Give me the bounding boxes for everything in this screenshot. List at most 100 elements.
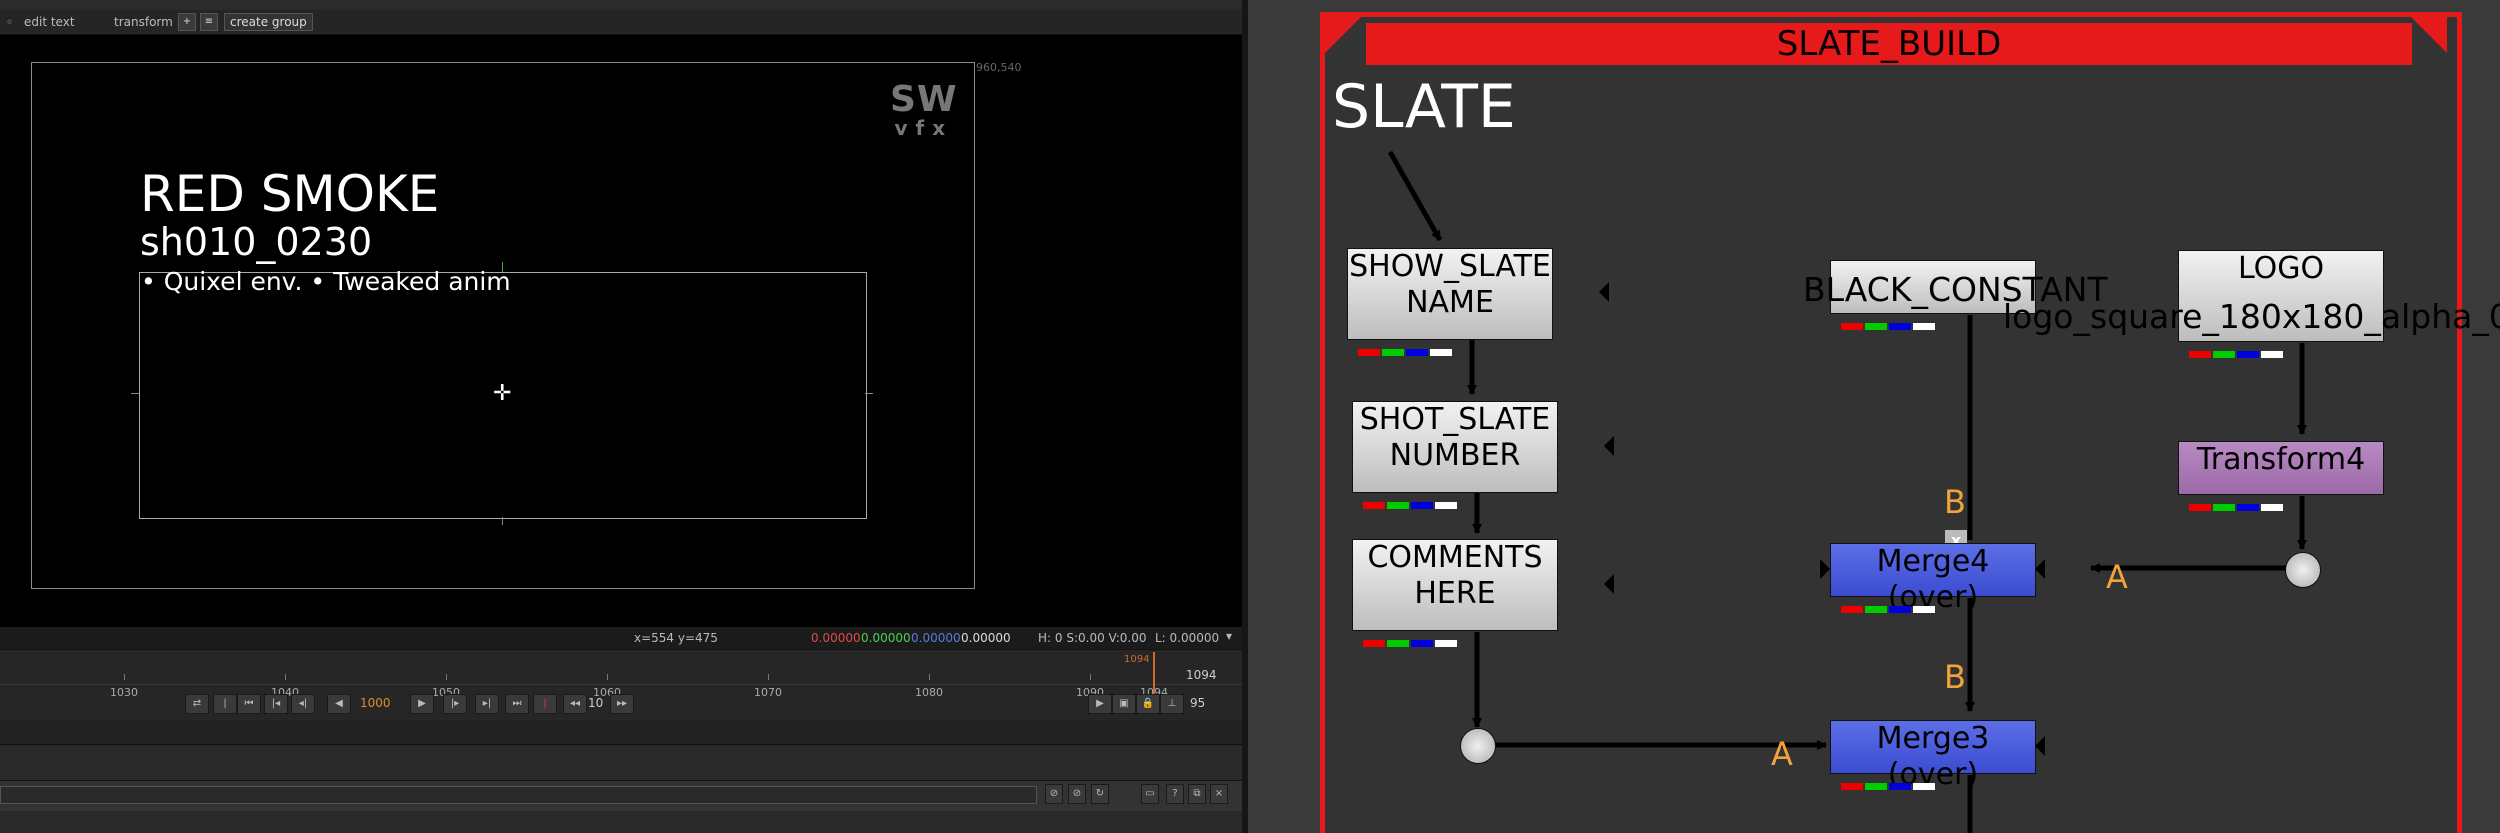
viewer-pane: ◦ edit text transform + ≡ create group 9… — [0, 0, 1242, 833]
viewer-toolbar: ◦ edit text transform + ≡ create group — [0, 10, 1242, 35]
step-back-icon[interactable]: ◂| — [291, 694, 315, 714]
fps-field[interactable]: 95 — [1190, 696, 1205, 710]
node-label-line2: NAME — [1406, 285, 1494, 320]
node-merge3[interactable]: Merge3 (over) — [1830, 720, 2036, 792]
box-handle-left[interactable] — [131, 393, 139, 394]
node-transform4[interactable]: Transform4 — [2178, 441, 2384, 511]
prev-keyframe-icon[interactable]: |◂ — [264, 694, 288, 714]
range-icon[interactable]: ⊥ — [1160, 694, 1184, 714]
playhead-label: 1094 — [1124, 654, 1150, 665]
save-icon[interactable]: ▭ — [1141, 784, 1159, 804]
box-handle-right[interactable] — [865, 393, 873, 394]
slate-title-text: RED SMOKE — [140, 165, 440, 223]
timeline-ruler[interactable]: 1030 1040 1050 1060 1070 1080 1090 1094 — [0, 658, 1242, 699]
ruler-tick — [768, 674, 769, 680]
hsv-value: H: 0 S:0.00 V:0.00 — [1038, 631, 1147, 645]
node-shot-slate-number[interactable]: SHOT_SLATE NUMBER — [1352, 401, 1558, 509]
input-arrow-icon[interactable] — [1604, 436, 1614, 456]
sync-icon[interactable]: ⇄ — [185, 694, 209, 714]
loop-icon[interactable]: ▣ — [1112, 694, 1136, 714]
node-label-line2: HERE — [1414, 576, 1496, 611]
ruler-tick — [1090, 674, 1091, 680]
script-input[interactable] — [0, 786, 1037, 804]
play-mode-icon[interactable]: ▶ — [1088, 694, 1112, 714]
ruler-tick — [607, 674, 608, 680]
clear-icon[interactable]: ⊘ — [1045, 784, 1063, 804]
end-frame-field[interactable]: 1094 — [1186, 668, 1217, 682]
help-icon[interactable]: ? — [1166, 784, 1184, 804]
format-label: 960,540 — [976, 61, 1022, 74]
input-arrow-icon[interactable] — [1599, 282, 1609, 302]
last-frame-icon[interactable]: ⏭ — [505, 694, 529, 714]
out-point-icon[interactable]: | — [533, 694, 557, 714]
input-arrow-icon[interactable] — [1604, 574, 1614, 594]
red-value: 0.00000 — [811, 631, 861, 645]
node-label-logo-file: logo_square_180x180_alpha_0 — [2003, 297, 2500, 336]
timeline: 1030 1040 1050 1060 1070 1080 1090 1094 … — [0, 649, 1242, 720]
play-backward-icon[interactable]: ◀ — [327, 694, 351, 714]
pixel-info-bar: x=554 y=475 0.00000 0.00000 0.00000 0.00… — [0, 627, 1242, 649]
bottom-panel: ⊘ ⊘ ↻ ▭ ? ⧉ × — [0, 720, 1242, 833]
close-icon[interactable]: × — [1210, 784, 1228, 804]
skip-forward-icon[interactable]: ▸▸ — [610, 694, 634, 714]
ruler-tick — [285, 674, 286, 680]
slate-notes-text: • Quixel env. • Tweaked anim — [141, 267, 511, 296]
edge-label-b: B — [1944, 658, 1966, 696]
input-arrow-icon[interactable] — [2035, 736, 2045, 756]
run-icon[interactable]: ↻ — [1091, 784, 1109, 804]
channel-swatches — [1841, 586, 1937, 613]
node-show-slate-name[interactable]: SHOW_SLATE NAME — [1347, 248, 1553, 356]
chevron-down-icon[interactable]: ▾ — [1226, 629, 1232, 643]
edge-label-a: A — [2106, 558, 2128, 596]
in-point-icon[interactable]: | — [213, 694, 237, 714]
node-label-line1: SHOW_SLATE — [1349, 249, 1551, 284]
float-icon[interactable]: ⧉ — [1188, 784, 1206, 804]
crosshair-handle-icon[interactable]: ✛ — [493, 383, 511, 405]
skip-back-icon[interactable]: ◂◂ — [563, 694, 587, 714]
logo-text-sw: SW — [890, 79, 958, 120]
blue-value: 0.00000 — [911, 631, 961, 645]
edge-label-a: A — [1771, 735, 1793, 773]
input-arrow-icon[interactable] — [2035, 559, 2045, 579]
node-comments-here[interactable]: COMMENTS HERE — [1352, 539, 1558, 647]
source-icon[interactable]: ⊘ — [1068, 784, 1086, 804]
next-keyframe-icon[interactable]: ▸| — [475, 694, 499, 714]
cursor-coords: x=554 y=475 — [634, 631, 718, 645]
channel-swatches — [1358, 329, 1454, 356]
logo-text-vfx: vfx — [894, 116, 954, 140]
transform-tool[interactable]: transform — [114, 14, 173, 30]
add-layer-icon[interactable]: + — [178, 13, 196, 31]
step-forward-icon[interactable]: |▸ — [443, 694, 467, 714]
dot-node-logo[interactable] — [2285, 552, 2321, 588]
box-handle-top[interactable] — [502, 262, 503, 272]
node-merge4[interactable]: Merge4 (over) — [1830, 543, 2036, 615]
input-arrow-icon[interactable] — [1820, 559, 1830, 579]
layer-options-icon[interactable]: ≡ — [200, 13, 218, 31]
ruler-tick — [929, 674, 930, 680]
slate-shot-text: sh010_0230 — [140, 220, 373, 264]
green-value: 0.00000 — [861, 631, 911, 645]
node-graph[interactable]: SLATE_BUILD SLATE x SHOW_SLATE NAME SHOT… — [1248, 0, 2500, 833]
frame-increment-field[interactable]: 10 — [588, 696, 603, 710]
node-label-line1: COMMENTS — [1367, 540, 1543, 575]
viewer-canvas[interactable]: 960,540 SW vfx RED SMOKE sh010_0230 • Qu… — [0, 35, 1242, 627]
current-frame-field[interactable]: 1000 — [360, 696, 391, 710]
channel-swatches — [1841, 763, 1937, 790]
playback-controls: ⇄ | ⏮ |◂ ◂| ◀ 1000 ▶ |▸ ▸| ⏭ | ◂◂ 10 ▸▸ … — [0, 694, 1242, 718]
channel-swatches — [2189, 484, 2285, 511]
lock-icon[interactable]: 🔒 — [1136, 694, 1160, 714]
node-label-transform4: Transform4 — [2196, 442, 2366, 477]
dot-node-comments[interactable] — [1460, 728, 1496, 764]
playhead[interactable] — [1153, 652, 1155, 694]
edit-text-tool[interactable]: edit text — [24, 14, 75, 30]
first-frame-icon[interactable]: ⏮ — [237, 694, 261, 714]
box-handle-bottom[interactable] — [502, 517, 503, 525]
create-group-button[interactable]: create group — [224, 13, 313, 31]
play-forward-icon[interactable]: ▶ — [410, 694, 434, 714]
ruler-tick — [446, 674, 447, 680]
alpha-value: 0.00000 — [961, 631, 1011, 645]
channel-swatches — [1363, 620, 1459, 647]
channel-swatches — [1363, 482, 1459, 509]
gear-icon[interactable]: ◦ — [6, 14, 13, 30]
node-label-line2: NUMBER — [1389, 438, 1521, 473]
